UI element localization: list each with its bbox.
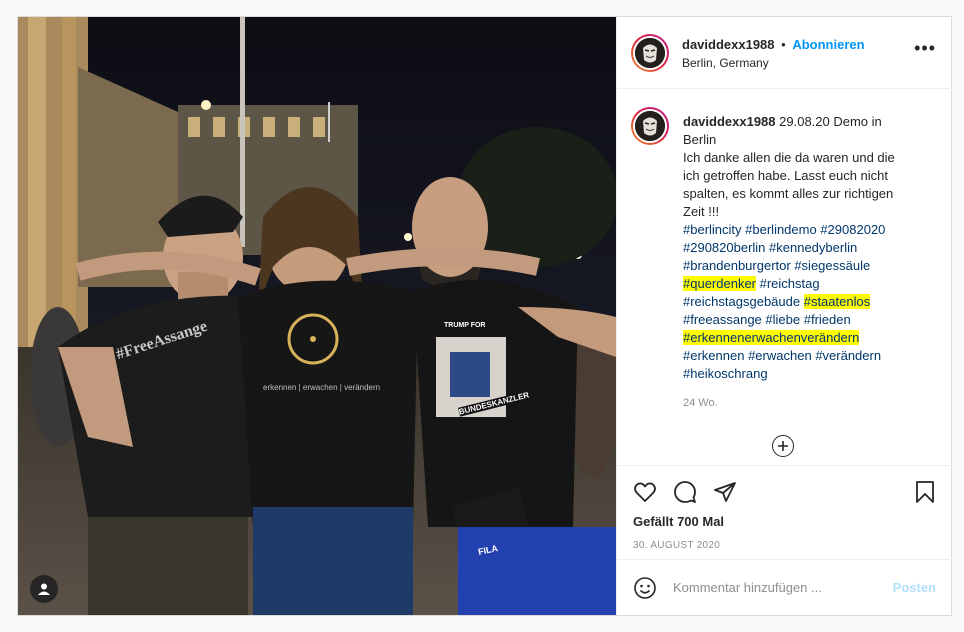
hashtag-link[interactable]: #heikoschrang [683, 366, 768, 381]
comment-bar: Kommentar hinzufügen ... Posten [617, 559, 952, 615]
post-side-panel: daviddexx1988 • Abonnieren Berlin, Germa… [616, 17, 952, 615]
post-header: daviddexx1988 • Abonnieren Berlin, Germa… [617, 17, 952, 89]
separator-dot: • [781, 37, 786, 52]
hashtag-link[interactable]: #290820berlin [683, 240, 765, 255]
hashtag-link[interactable]: #berlincity [683, 222, 742, 237]
avatar-image [635, 38, 665, 68]
user-tag-button[interactable] [30, 575, 58, 603]
follow-button[interactable]: Abonnieren [792, 37, 864, 52]
caption-username[interactable]: daviddexx1988 [683, 114, 776, 129]
heart-icon[interactable] [633, 480, 657, 504]
shirt-text-middle: erkennen | erwachen | verändern [263, 383, 381, 392]
hashtag-link[interactable]: #berlindemo [745, 222, 817, 237]
hashtag-link[interactable]: #kennedyberlin [769, 240, 857, 255]
hashtag-link[interactable]: #freeassange [683, 312, 762, 327]
hashtag-link[interactable]: #liebe [765, 312, 800, 327]
location-link[interactable]: Berlin, Germany [682, 56, 769, 70]
user-tag-icon [38, 583, 50, 595]
more-options-button[interactable]: ••• [914, 39, 936, 57]
hashtag-link[interactable]: #verändern [815, 348, 881, 363]
avatar-image [635, 111, 665, 141]
caption-area: daviddexx1988 29.08.20 Demo in Berlin Ic… [617, 89, 952, 461]
hashtag-link-highlighted[interactable]: #erkennenerwachenverändern [683, 330, 860, 345]
post-comment-button[interactable]: Posten [893, 580, 936, 595]
more-icon: ••• [914, 38, 936, 58]
post-date: 30. AUGUST 2020 [633, 540, 721, 551]
load-more-comments-button[interactable] [772, 435, 794, 457]
header-username[interactable]: daviddexx1988 [682, 37, 775, 52]
hashtag-link-highlighted[interactable]: #querdenker [683, 276, 756, 291]
plus-circle-icon [778, 441, 788, 451]
emoji-icon[interactable] [633, 576, 657, 600]
comment-input[interactable]: Kommentar hinzufügen ... [673, 580, 822, 595]
post-photo[interactable]: #FreeAssange erkennen | erwachen | verän… [18, 17, 616, 615]
shirt-text-right-top: TRUMP FOR [444, 322, 486, 329]
hashtag-link[interactable]: #reichstagsgebäude [683, 294, 800, 309]
share-icon[interactable] [713, 480, 737, 504]
photo-scene [18, 17, 616, 615]
bookmark-icon[interactable] [913, 480, 937, 504]
hashtag-link[interactable]: #erkennen [683, 348, 744, 363]
caption-avatar[interactable] [631, 107, 669, 145]
caption-text: daviddexx1988 29.08.20 Demo in Berlin Ic… [683, 114, 895, 381]
hashtag-link[interactable]: #frieden [804, 312, 851, 327]
hashtag-link[interactable]: #reichstag [760, 276, 820, 291]
post-card: #FreeAssange erkennen | erwachen | verän… [17, 16, 952, 616]
time-ago[interactable]: 24 Wo. [683, 397, 718, 409]
likes-count[interactable]: Gefällt 700 Mal [633, 514, 724, 529]
hashtag-link-highlighted[interactable]: #staatenlos [803, 294, 871, 309]
hashtag-link[interactable]: #erwachen [748, 348, 812, 363]
comment-icon[interactable] [673, 480, 697, 504]
hashtag-link[interactable]: #siegessäule [794, 258, 870, 273]
avatar[interactable] [631, 34, 669, 72]
hashtag-link[interactable]: #brandenburgertor [683, 258, 791, 273]
hashtag-link[interactable]: #29082020 [820, 222, 885, 237]
